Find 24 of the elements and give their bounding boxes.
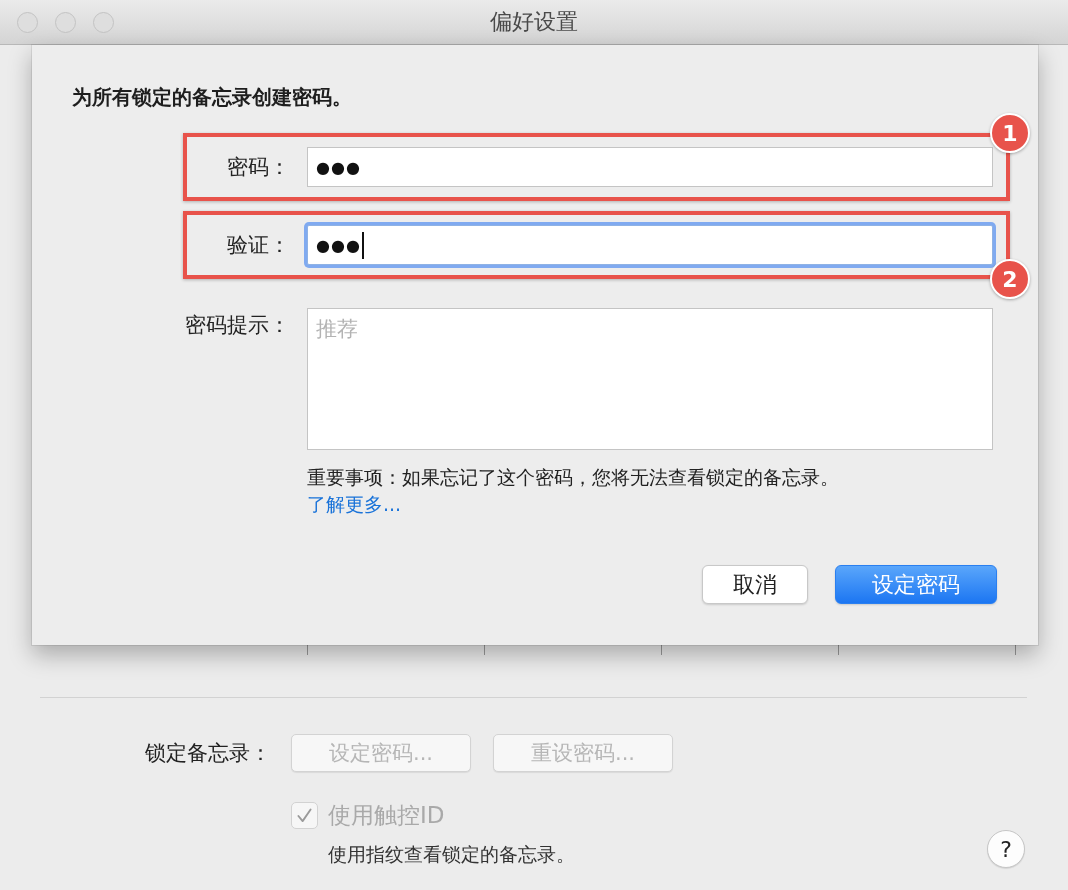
number-badge: 1 <box>990 113 1030 153</box>
window-title: 偏好设置 <box>490 8 578 36</box>
password-field[interactable]: ●●● <box>307 147 993 187</box>
lock-notes-label: 锁定备忘录： <box>145 740 271 767</box>
verify-label: 验证： <box>226 232 290 259</box>
column-divider <box>661 645 662 655</box>
number-badge: 2 <box>990 259 1030 299</box>
column-divider <box>484 645 485 655</box>
password-hint-label: 密码提示： <box>184 312 290 339</box>
column-divider <box>307 645 308 655</box>
column-divider <box>1015 645 1016 655</box>
text-cursor-icon <box>361 231 364 259</box>
password-label: 密码： <box>226 154 290 181</box>
password-hint-field[interactable]: 推荐 <box>307 308 993 450</box>
set-password-button[interactable]: 设定密码 <box>835 565 997 604</box>
sheet-heading: 为所有锁定的备忘录创建密码。 <box>72 84 352 111</box>
help-button[interactable]: ? <box>987 830 1025 868</box>
warning-text: 重要事项：如果忘记了这个密码，您将无法查看锁定的备忘录。 <box>307 465 839 490</box>
touch-id-description: 使用指纹查看锁定的备忘录。 <box>328 842 575 867</box>
learn-more-link[interactable]: 了解更多... <box>307 491 402 518</box>
checkmark-icon <box>297 807 312 823</box>
cancel-button[interactable]: 取消 <box>702 565 808 604</box>
column-divider <box>838 645 839 655</box>
verify-field[interactable]: ●●● <box>307 225 993 265</box>
